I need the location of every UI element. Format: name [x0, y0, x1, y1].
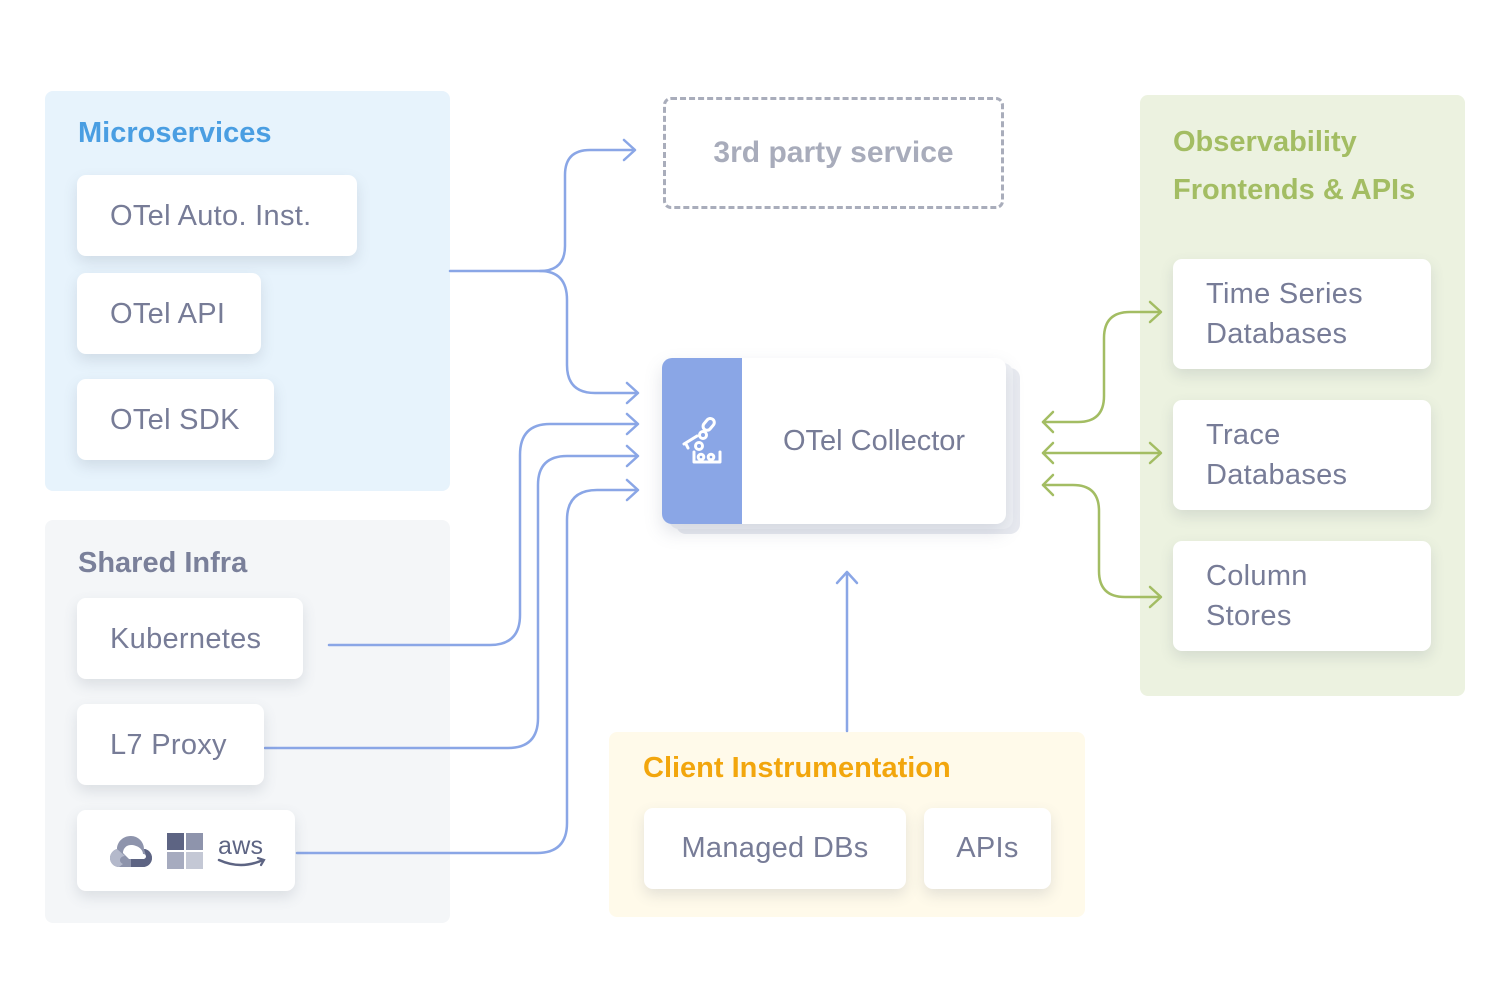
collector-label: OTel Collector	[782, 424, 966, 457]
card-cloud-providers[interactable]: aws	[77, 810, 295, 891]
card-label: Trace Databases	[1173, 415, 1347, 495]
azure-icon	[167, 832, 203, 869]
aws-label: aws	[218, 833, 263, 860]
google-cloud-icon	[110, 835, 152, 867]
third-party-service-box[interactable]: 3rd party service	[663, 97, 1004, 209]
card-label: Time Series Databases	[1173, 274, 1363, 354]
card-column-stores[interactable]: Column Stores	[1173, 541, 1431, 651]
card-trace-databases[interactable]: Trace Databases	[1173, 400, 1431, 510]
microservices-to-collector-line	[538, 269, 639, 395]
card-label-line2: Databases	[1206, 459, 1348, 491]
card-otel-auto-inst[interactable]: OTel Auto. Inst.	[77, 175, 357, 256]
card-label: OTel SDK	[110, 403, 240, 436]
cloud-to-collector-line	[295, 488, 639, 855]
telescope-icon	[682, 416, 722, 464]
microservices-to-third-party-line	[448, 148, 636, 273]
collector-icon-panel	[662, 358, 742, 524]
card-label: L7 Proxy	[110, 728, 227, 761]
card-label: OTel Auto. Inst.	[110, 199, 312, 232]
card-kubernetes[interactable]: Kubernetes	[77, 598, 303, 679]
card-label-line2: Stores	[1206, 600, 1292, 632]
collector-to-column-line	[1041, 483, 1162, 599]
third-party-service-label: 3rd party service	[713, 136, 954, 169]
aws-icon: aws	[217, 833, 266, 866]
card-apis[interactable]: APIs	[924, 808, 1051, 889]
card-label-line1: Column	[1206, 560, 1308, 592]
cloud-logos: aws	[77, 832, 269, 869]
card-label-line2: Databases	[1206, 318, 1348, 350]
card-otel-sdk[interactable]: OTel SDK	[77, 379, 274, 460]
card-label: APIs	[956, 832, 1019, 864]
card-label: Kubernetes	[110, 622, 262, 655]
card-label: Column Stores	[1173, 556, 1308, 636]
card-label-line1: Time Series	[1206, 278, 1363, 310]
card-label-line1: Trace	[1206, 419, 1281, 451]
card-time-series-databases[interactable]: Time Series Databases	[1173, 259, 1431, 369]
card-label: OTel API	[110, 297, 226, 330]
l7-proxy-to-collector-line	[263, 454, 639, 750]
card-managed-dbs[interactable]: Managed DBs	[644, 808, 906, 889]
collector-to-timeseries-line	[1041, 310, 1162, 424]
card-label: Managed DBs	[681, 832, 869, 864]
otel-collector-card[interactable]: OTel Collector	[662, 358, 1006, 524]
card-l7-proxy[interactable]: L7 Proxy	[77, 704, 264, 785]
card-otel-api[interactable]: OTel API	[77, 273, 261, 354]
